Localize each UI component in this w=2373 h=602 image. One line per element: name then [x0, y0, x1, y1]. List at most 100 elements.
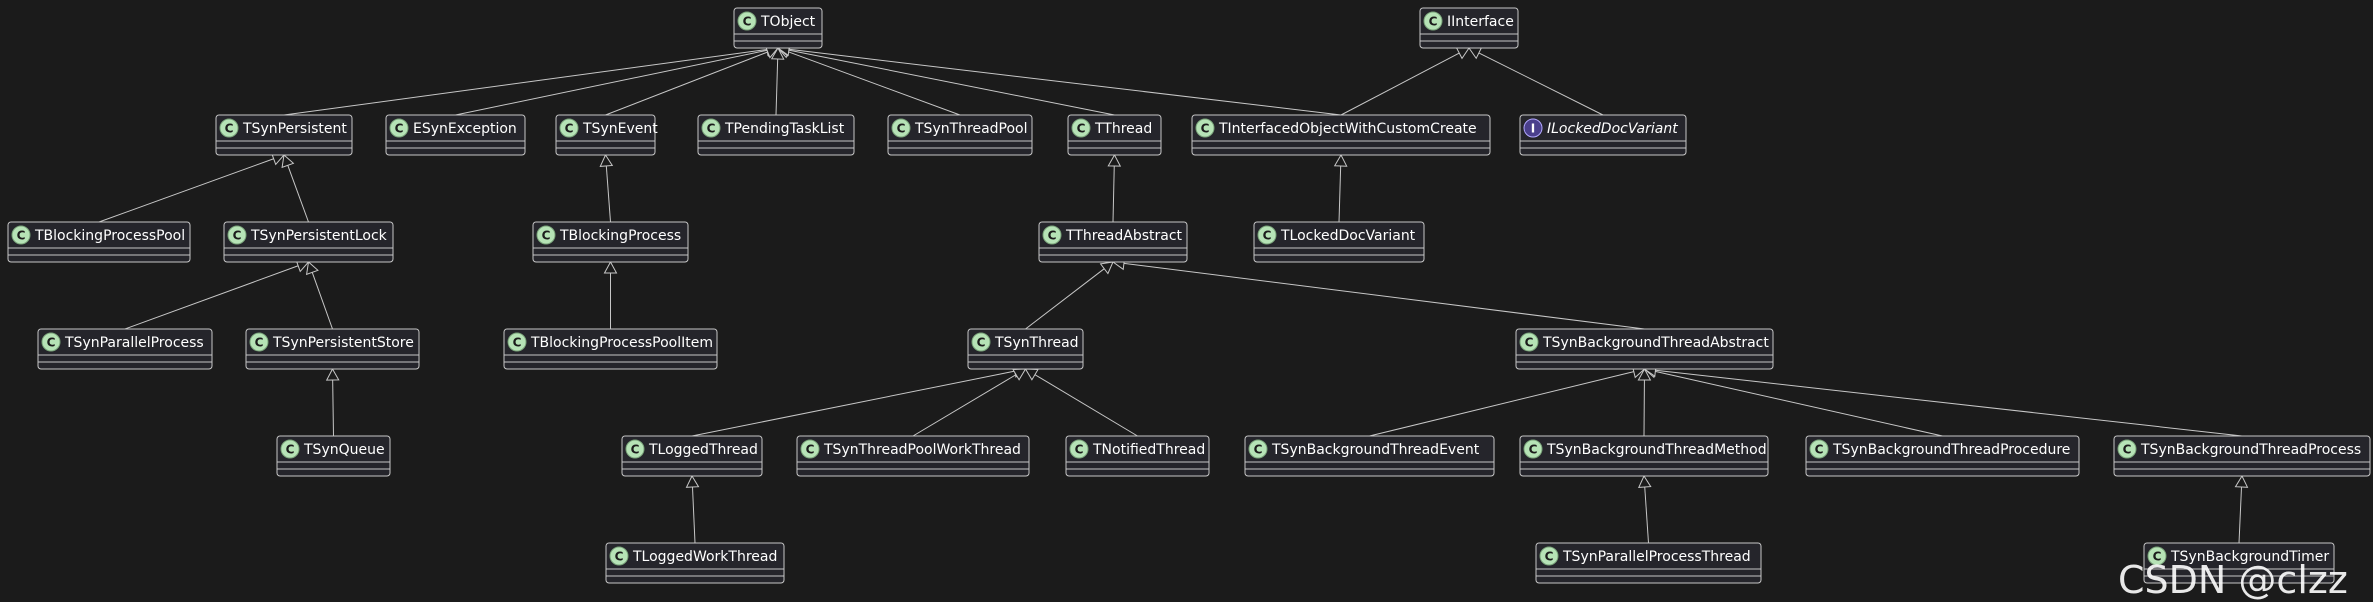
class-node-tloggedworkthread[interactable]: CTLoggedWorkThread: [606, 543, 784, 583]
badge-letter: C: [1075, 443, 1084, 457]
class-node-tsynpersistentstore[interactable]: CTSynPersistentStore: [246, 329, 419, 369]
class-node-tsynbackgroundthreadabstract[interactable]: C TSynBackgroundThreadAbstract: [1516, 329, 1773, 369]
badge-letter: C: [707, 122, 716, 136]
class-node-tsynevent[interactable]: CTSynEvent: [556, 115, 658, 155]
inheritance-arrowhead: [687, 476, 699, 487]
inheritance-edge-tsynbackgroundtimer-to-tsynbackgroundthreadprocess: [2239, 487, 2242, 543]
inheritance-edge-ilockeddocvariant-to-iinterface: [1479, 53, 1603, 115]
watermark-text: CSDN @clzz: [2118, 558, 2348, 602]
badge-letter: C: [542, 229, 551, 243]
badge-letter: C: [1077, 122, 1086, 136]
class-node-tsynbackgroundthreadevent[interactable]: C TSynBackgroundThreadEvent: [1245, 436, 1494, 476]
class-node-ilockeddocvariant[interactable]: IILockedDocVariant: [1520, 115, 1686, 155]
class-name-label: TSynBackgroundThreadMethod: [1546, 442, 1767, 458]
inheritance-edge-tloggedthread-to-tsynthread: [692, 371, 1015, 436]
inheritance-edge-tsynpersistentlock-to-tsynpersistent: [288, 165, 309, 222]
class-name-label: TBlockingProcessPoolItem: [530, 335, 713, 351]
class-node-tthread[interactable]: C TThread: [1068, 115, 1161, 155]
class-name-label: TLockedDocVariant: [1280, 228, 1416, 244]
class-node-tblockingprocesspoolitem[interactable]: CTBlockingProcessPoolItem: [504, 329, 717, 369]
class-node-tsynpersistentlock[interactable]: CTSynPersistentLock: [224, 222, 393, 262]
class-diagram: C TObject C IInterface C TSynPersistent C ESynE…: [0, 0, 2373, 601]
class-node-tsynpersistent[interactable]: C TSynPersistent: [216, 115, 352, 155]
inheritance-edge-tsynparallelprocess-to-tsynpersistentlock: [125, 266, 298, 329]
class-node-tsynqueue[interactable]: CTSynQueue: [277, 436, 390, 476]
class-name-label: TBlockingProcessPool: [34, 228, 185, 244]
badge-letter: C: [1254, 443, 1263, 457]
class-node-tloggedthread[interactable]: C TLoggedThread: [622, 436, 762, 476]
class-name-label: ESynException: [413, 121, 517, 137]
inheritance-edge-tlockeddocvariant-to-tinterfacedobjectwithcustomcreate: [1339, 166, 1341, 222]
class-node-tthreadabstract[interactable]: CTThreadAbstract: [1039, 222, 1187, 262]
class-node-tnotifiedthread[interactable]: C TNotifiedThread: [1066, 436, 1209, 476]
badge-letter: C: [897, 122, 906, 136]
inheritance-arrowhead: [282, 155, 293, 167]
inheritance-edge-tsynthreadpoolworkthread-to-tsynthread: [913, 375, 1016, 436]
inheritance-arrowhead: [605, 262, 617, 273]
class-name-label: TSynBackgroundThreadProcess: [2140, 442, 2361, 458]
inheritance-arrowhead: [600, 155, 612, 166]
class-node-tsynthreadpool[interactable]: CTSynThreadPool: [888, 115, 1032, 155]
class-name-label: TSynThreadPoolWorkThread: [823, 442, 1021, 458]
inheritance-edge-tsynpersistentstore-to-tsynpersistentlock: [312, 272, 332, 329]
inheritance-edge-tsynevent-to-tobject: [606, 52, 768, 115]
class-node-tobject[interactable]: C TObject: [734, 8, 822, 48]
class-name-label: TSynQueue: [303, 442, 385, 458]
class-name-label: TPendingTaskList: [724, 121, 845, 137]
badge-letter: C: [1815, 443, 1824, 457]
class-node-iinterface[interactable]: C IInterface: [1420, 8, 1518, 48]
badge-letter: C: [225, 122, 234, 136]
class-node-tlockeddocvariant[interactable]: C TLockedDocVariant: [1254, 222, 1424, 262]
badge-letter: C: [743, 15, 752, 29]
class-name-label: TSynBackgroundThreadEvent: [1271, 442, 1480, 458]
badge-letter: C: [1529, 443, 1538, 457]
class-name-label: TInterfacedObjectWithCustomCreate: [1218, 121, 1477, 137]
class-node-tblockingprocesspool[interactable]: CTBlockingProcessPool: [8, 222, 190, 262]
inheritance-edge-tsynbackgroundthreadevent-to-tsynbackgroundthreadabstract: [1370, 372, 1634, 436]
inheritance-edge-tsynthread-to-tthreadabstract: [1026, 269, 1105, 329]
class-name-label: TNotifiedThread: [1092, 442, 1205, 458]
class-node-tinterfacedobjectwithcustomcreate[interactable]: CTInterfacedObjectWithCustomCreate: [1192, 115, 1490, 155]
inheritance-arrowhead: [2236, 476, 2248, 487]
class-node-tsynthreadpoolworkthread[interactable]: C TSynThreadPoolWorkThread: [797, 436, 1029, 476]
class-name-label: TSynBackgroundThreadAbstract: [1542, 335, 1769, 351]
badge-letter: C: [615, 550, 624, 564]
inheritance-arrowhead: [1101, 262, 1113, 274]
class-name-label: TSynParallelProcess: [64, 335, 204, 351]
class-node-tsynparallelprocessthread[interactable]: CTSynParallelProcessThread: [1536, 543, 1761, 583]
class-node-tsynbackgroundthreadmethod[interactable]: C TSynBackgroundThreadMethod: [1520, 436, 1768, 476]
inheritance-edge-tinterfacedobjectwithcustomcreate-to-iinterface: [1341, 53, 1459, 115]
inheritance-edge-esynexception-to-tobject: [456, 50, 768, 115]
class-name-label: TSynThread: [994, 335, 1079, 351]
class-name-label: TSynBackgroundThreadProcedure: [1832, 442, 2070, 458]
inheritance-arrowhead: [1639, 476, 1651, 487]
inheritance-arrowhead: [307, 262, 318, 274]
class-node-tsynthread[interactable]: C TSynThread: [968, 329, 1083, 369]
class-node-tpendingtasklist[interactable]: C TPendingTaskList: [698, 115, 854, 155]
badge-letter: C: [395, 122, 404, 136]
class-node-tsynparallelprocess[interactable]: CTSynParallelProcess: [38, 329, 212, 369]
class-node-esynexception[interactable]: C ESynException: [386, 115, 525, 155]
inheritance-edge-tsynbackgroundthreadabstract-to-tthreadabstract: [1124, 263, 1645, 329]
badge-letter: I: [1531, 122, 1535, 136]
inheritance-edge-tpendingtasklist-to-tobject: [776, 59, 778, 115]
badge-letter: C: [1525, 336, 1534, 350]
badge-letter: C: [255, 336, 264, 350]
class-name-label: TSynPersistent: [242, 121, 347, 137]
class-node-tblockingprocess[interactable]: CTBlockingProcess: [533, 222, 688, 262]
badge-letter: C: [806, 443, 815, 457]
inheritance-edge-tblockingprocesspool-to-tsynpersistent: [99, 159, 274, 222]
class-name-label: TLoggedThread: [648, 442, 758, 458]
inheritance-edge-tsynparallelprocessthread-to-tsynbackgroundthreadmethod: [1645, 487, 1649, 543]
class-name-label: TObject: [760, 14, 816, 30]
class-node-tsynbackgroundthreadprocess[interactable]: CTSynBackgroundThreadProcess: [2114, 436, 2370, 476]
class-name-label: TThread: [1094, 121, 1152, 137]
inheritance-arrowhead: [1108, 155, 1120, 166]
inheritance-edge-tsynqueue-to-tsynpersistentstore: [333, 380, 334, 436]
class-name-label: IInterface: [1447, 14, 1514, 30]
badge-letter: C: [1263, 229, 1272, 243]
badge-letter: C: [631, 443, 640, 457]
badge-letter: C: [1429, 15, 1438, 29]
badge-letter: C: [977, 336, 986, 350]
class-node-tsynbackgroundthreadprocedure[interactable]: C TSynBackgroundThreadProcedure: [1806, 436, 2079, 476]
